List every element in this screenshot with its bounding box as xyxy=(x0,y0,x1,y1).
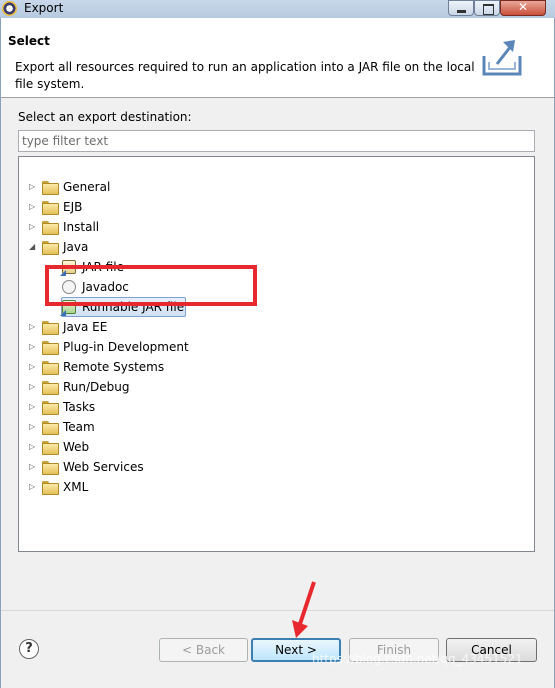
tree-item-label: Java xyxy=(63,240,89,254)
back-button[interactable]: < Back xyxy=(159,638,248,662)
expanded-arrow-icon[interactable]: ◢ xyxy=(29,238,37,256)
tree-item-tasks[interactable]: ▷ Tasks xyxy=(19,398,534,416)
help-button[interactable]: ? xyxy=(19,639,39,659)
collapsed-arrow-icon[interactable]: ▷ xyxy=(29,338,37,356)
tree-item-remote-systems[interactable]: ▷ Remote Systems xyxy=(19,358,534,376)
wizard-header: Select Export all resources required to … xyxy=(1,18,554,98)
tree-item-run-debug[interactable]: ▷ Run/Debug xyxy=(19,378,534,396)
folder-icon xyxy=(42,201,59,215)
folder-icon xyxy=(42,361,59,375)
tree-item-label: Java EE xyxy=(63,320,108,334)
tree-item-label: XML xyxy=(63,480,89,494)
tree-item-java-ee[interactable]: ▷ Java EE xyxy=(19,318,534,336)
folder-icon xyxy=(42,321,59,335)
filter-input[interactable] xyxy=(18,130,535,152)
folder-icon xyxy=(42,401,59,415)
page-description: Export all resources required to run an … xyxy=(15,60,475,91)
tree-item-plug-in-development[interactable]: ▷ Plug-in Development xyxy=(19,338,534,356)
tree-item-label: Web Services xyxy=(63,460,144,474)
title-bar: Export xyxy=(0,0,555,18)
folder-open-icon xyxy=(42,241,59,255)
annotation-arrow xyxy=(292,581,316,638)
destination-tree[interactable]: ▷ General ▷ EJB ▷ Install ◢ Java JAR fil… xyxy=(18,156,535,552)
collapsed-arrow-icon[interactable]: ▷ xyxy=(29,398,37,416)
collapsed-arrow-icon[interactable]: ▷ xyxy=(29,458,37,476)
export-dialog: Select Export all resources required to … xyxy=(0,18,555,688)
folder-icon xyxy=(42,461,59,475)
tree-item-label: Run/Debug xyxy=(63,380,130,394)
destination-label: Select an export destination: xyxy=(18,110,192,124)
collapsed-arrow-icon[interactable]: ▷ xyxy=(29,378,37,396)
tree-item-label: Web xyxy=(63,440,90,454)
watermark-text: https://blog.csdn.net/qq_43451521 xyxy=(312,652,523,666)
collapsed-arrow-icon[interactable]: ▷ xyxy=(29,198,37,216)
folder-icon xyxy=(42,421,59,435)
collapsed-arrow-icon[interactable]: ▷ xyxy=(29,418,37,436)
window-title: Export xyxy=(24,1,64,15)
tree-item-label: Plug-in Development xyxy=(63,340,189,354)
tree-item-web-services[interactable]: ▷ Web Services xyxy=(19,458,534,476)
close-button[interactable] xyxy=(500,0,546,16)
tree-item-label: General xyxy=(63,180,111,194)
tree-item-label: Tasks xyxy=(63,400,96,414)
tree-item-ejb[interactable]: ▷ EJB xyxy=(19,198,534,216)
page-title: Select xyxy=(8,34,50,48)
tree-item-label: Remote Systems xyxy=(63,360,165,374)
folder-icon xyxy=(42,481,59,495)
annotation-highlight-box xyxy=(45,265,257,306)
folder-icon xyxy=(42,221,59,235)
folder-icon xyxy=(42,381,59,395)
eclipse-icon xyxy=(2,1,17,16)
collapsed-arrow-icon[interactable]: ▷ xyxy=(29,318,37,336)
maximize-button[interactable] xyxy=(474,0,500,16)
tree-item-xml[interactable]: ▷ XML xyxy=(19,478,534,496)
tree-item-web[interactable]: ▷ Web xyxy=(19,438,534,456)
button-bar-divider xyxy=(1,610,554,611)
folder-icon xyxy=(42,341,59,355)
export-icon xyxy=(482,40,522,76)
tree-item-team[interactable]: ▷ Team xyxy=(19,418,534,436)
collapsed-arrow-icon[interactable]: ▷ xyxy=(29,178,37,196)
tree-item-install[interactable]: ▷ Install xyxy=(19,218,534,236)
tree-item-label: EJB xyxy=(63,200,83,214)
tree-item-general[interactable]: ▷ General xyxy=(19,178,534,196)
collapsed-arrow-icon[interactable]: ▷ xyxy=(29,478,37,496)
tree-item-label: Install xyxy=(63,220,100,234)
collapsed-arrow-icon[interactable]: ▷ xyxy=(29,218,37,236)
collapsed-arrow-icon[interactable]: ▷ xyxy=(29,438,37,456)
tree-item-label: Team xyxy=(63,420,95,434)
folder-icon xyxy=(42,441,59,455)
minimize-button[interactable] xyxy=(448,0,474,16)
folder-icon xyxy=(42,181,59,195)
collapsed-arrow-icon[interactable]: ▷ xyxy=(29,358,37,376)
tree-item-java[interactable]: ◢ Java xyxy=(19,238,534,256)
